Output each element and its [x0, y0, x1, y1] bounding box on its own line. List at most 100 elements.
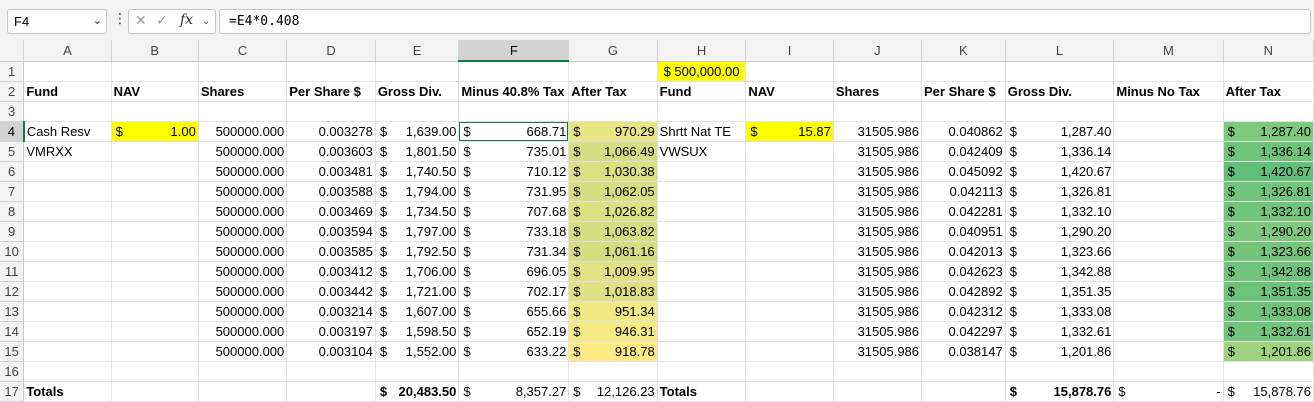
cell-b3[interactable] [111, 101, 199, 122]
cell-j16[interactable] [833, 361, 923, 382]
cell-j4[interactable]: 31505.986 [833, 121, 923, 142]
cell-l11[interactable]: $1,342.88 [1005, 261, 1115, 282]
cell-l1[interactable] [1005, 61, 1115, 82]
more-options-icon[interactable]: ⋮ [113, 11, 127, 27]
cell-h13[interactable] [657, 301, 747, 322]
cell-m11[interactable] [1113, 261, 1224, 282]
cell-h3[interactable] [657, 101, 747, 122]
cell-i11[interactable] [745, 261, 834, 282]
cell-c11[interactable]: 500000.000 [198, 261, 288, 282]
cell-f17[interactable]: $8,357.27 [458, 381, 570, 402]
cell-m4[interactable] [1113, 121, 1224, 142]
cell-e10[interactable]: $1,792.50 [375, 241, 460, 262]
cell-f4[interactable]: $668.71 [458, 121, 570, 142]
cell-g11[interactable]: $1,009.95 [568, 261, 658, 282]
cell-d11[interactable]: 0.003412 [286, 261, 376, 282]
cell-m14[interactable] [1113, 321, 1224, 342]
cell-d14[interactable]: 0.003197 [286, 321, 376, 342]
cell-e6[interactable]: $1,740.50 [375, 161, 460, 182]
cell-h5[interactable]: VWSUX [657, 141, 747, 162]
cell-g1[interactable] [568, 61, 658, 82]
cell-e11[interactable]: $1,706.00 [375, 261, 460, 282]
cell-n1[interactable] [1223, 61, 1314, 82]
cell-f9[interactable]: $733.18 [458, 221, 570, 242]
cell-m15[interactable] [1113, 341, 1224, 362]
cell-n8[interactable]: $1,332.10 [1223, 201, 1314, 222]
cell-i5[interactable] [745, 141, 834, 162]
cell-n16[interactable] [1223, 361, 1314, 382]
column-header-m[interactable]: M [1113, 40, 1224, 62]
cell-n5[interactable]: $1,336.14 [1223, 141, 1314, 162]
cell-c1[interactable] [198, 61, 288, 82]
cell-g17[interactable]: $12,126.23 [568, 381, 658, 402]
cell-e8[interactable]: $1,734.50 [375, 201, 460, 222]
cell-i3[interactable] [745, 101, 834, 122]
cell-l17[interactable]: $15,878.76 [1005, 381, 1115, 402]
cell-b5[interactable] [111, 141, 199, 162]
cell-i8[interactable] [745, 201, 834, 222]
cell-c16[interactable] [198, 361, 288, 382]
cell-m3[interactable] [1113, 101, 1224, 122]
cell-b8[interactable] [111, 201, 199, 222]
cell-e13[interactable]: $1,607.00 [375, 301, 460, 322]
cell-g2[interactable]: After Tax [568, 81, 658, 102]
cell-e14[interactable]: $1,598.50 [375, 321, 460, 342]
row-header[interactable]: 11 [0, 261, 25, 282]
cell-k17[interactable] [921, 381, 1006, 402]
cell-c7[interactable]: 500000.000 [198, 181, 288, 202]
row-header[interactable]: 10 [0, 241, 25, 262]
cell-c4[interactable]: 500000.000 [198, 121, 288, 142]
cell-b4[interactable]: $1.00 [111, 121, 199, 142]
cell-h11[interactable] [657, 261, 747, 282]
cell-k4[interactable]: 0.040862 [921, 121, 1006, 142]
cell-n17[interactable]: $15,878.76 [1223, 381, 1314, 402]
column-header-d[interactable]: D [286, 40, 376, 62]
cell-h17[interactable]: Totals [657, 381, 747, 402]
cell-b6[interactable] [111, 161, 199, 182]
cell-l6[interactable]: $1,420.67 [1005, 161, 1115, 182]
cell-c12[interactable]: 500000.000 [198, 281, 288, 302]
cell-c10[interactable]: 500000.000 [198, 241, 288, 262]
cell-i16[interactable] [745, 361, 834, 382]
cell-e5[interactable]: $1,801.50 [375, 141, 460, 162]
cell-j2[interactable]: Shares [833, 81, 923, 102]
cell-e9[interactable]: $1,797.00 [375, 221, 460, 242]
cell-g12[interactable]: $1,018.83 [568, 281, 658, 302]
row-header[interactable]: 12 [0, 281, 25, 302]
cell-b15[interactable] [111, 341, 199, 362]
cell-d6[interactable]: 0.003481 [286, 161, 376, 182]
cell-i2[interactable]: NAV [745, 81, 834, 102]
column-header-i[interactable]: I [745, 40, 834, 62]
cell-d8[interactable]: 0.003469 [286, 201, 376, 222]
cell-n7[interactable]: $1,326.81 [1223, 181, 1314, 202]
cell-e2[interactable]: Gross Div. [375, 81, 460, 102]
cell-d13[interactable]: 0.003214 [286, 301, 376, 322]
cell-f10[interactable]: $731.34 [458, 241, 570, 262]
cell-f12[interactable]: $702.17 [458, 281, 570, 302]
cell-a1[interactable] [23, 61, 112, 82]
cell-n12[interactable]: $1,351.35 [1223, 281, 1314, 302]
cell-n3[interactable] [1223, 101, 1314, 122]
cell-c3[interactable] [198, 101, 288, 122]
cell-n2[interactable]: After Tax [1223, 81, 1314, 102]
cell-k13[interactable]: 0.042312 [921, 301, 1006, 322]
row-header[interactable]: 16 [0, 361, 25, 382]
cell-c9[interactable]: 500000.000 [198, 221, 288, 242]
chevron-down-icon[interactable]: ⌄ [202, 16, 210, 27]
cell-f11[interactable]: $696.05 [458, 261, 570, 282]
cell-g16[interactable] [568, 361, 658, 382]
row-header[interactable]: 2 [0, 81, 25, 102]
cell-g6[interactable]: $1,030.38 [568, 161, 658, 182]
row-header[interactable]: 1 [0, 61, 25, 82]
chevron-down-icon[interactable]: ⌄ [93, 10, 102, 33]
cell-e7[interactable]: $1,794.00 [375, 181, 460, 202]
cell-f5[interactable]: $735.01 [458, 141, 570, 162]
cell-h1[interactable]: $ 500,000.00 [657, 61, 747, 82]
cell-b16[interactable] [111, 361, 199, 382]
cell-i17[interactable] [745, 381, 834, 402]
cell-f8[interactable]: $707.68 [458, 201, 570, 222]
cell-b7[interactable] [111, 181, 199, 202]
cell-a9[interactable] [23, 221, 112, 242]
cell-l15[interactable]: $1,201.86 [1005, 341, 1115, 362]
cell-a12[interactable] [23, 281, 112, 302]
